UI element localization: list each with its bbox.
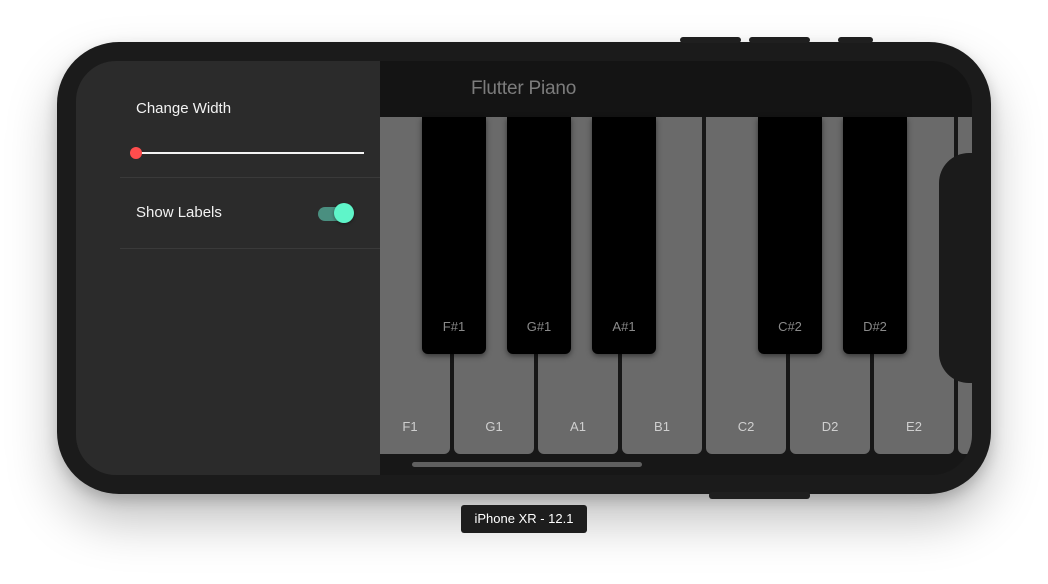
key-label: C#2 — [778, 319, 802, 334]
divider — [120, 177, 380, 178]
key-label: B1 — [654, 419, 670, 434]
key-label: E2 — [906, 419, 922, 434]
app-title: Flutter Piano — [471, 78, 577, 99]
piano-black-key[interactable]: F#1 — [422, 117, 486, 354]
divider — [120, 248, 380, 249]
piano-black-key[interactable]: G#1 — [507, 117, 571, 354]
key-label: A1 — [570, 419, 586, 434]
horizontal-scrollbar[interactable] — [412, 462, 642, 467]
key-label: D2 — [821, 419, 839, 434]
device-label: iPhone XR - 12.1 — [461, 505, 587, 533]
width-slider-thumb[interactable] — [130, 147, 142, 159]
piano-black-key[interactable]: D#2 — [843, 117, 907, 354]
key-label: G1 — [485, 419, 503, 434]
phone-side-button — [838, 37, 873, 43]
phone-side-button — [709, 492, 810, 499]
width-slider-track[interactable] — [136, 152, 364, 154]
show-labels-toggle-thumb[interactable] — [334, 203, 354, 223]
key-label: F#1 — [442, 319, 466, 334]
piano-black-key[interactable]: A#1 — [592, 117, 656, 354]
piano-keyboard: F1 G1 A1 B1 C2 D2 E2 F#1 G#1 A#1 C#2 D#2 — [370, 117, 972, 475]
show-labels-label: Show Labels — [136, 204, 222, 221]
phone-notch — [939, 153, 972, 383]
key-label: F1 — [402, 419, 418, 434]
key-label: D#2 — [863, 319, 887, 334]
phone-side-button — [749, 37, 810, 43]
key-label: A#1 — [612, 319, 636, 334]
piano-black-key[interactable]: C#2 — [758, 117, 822, 354]
change-width-label: Change Width — [136, 100, 232, 117]
phone-screen: Flutter Piano F1 G1 A1 B1 C2 D2 E2 F#1 G… — [76, 61, 972, 475]
phone-side-button — [680, 37, 741, 43]
settings-drawer: Change Width Show Labels — [76, 61, 380, 475]
app-bar: Flutter Piano — [380, 61, 972, 117]
key-label: G#1 — [526, 319, 552, 334]
key-label: C2 — [737, 419, 755, 434]
